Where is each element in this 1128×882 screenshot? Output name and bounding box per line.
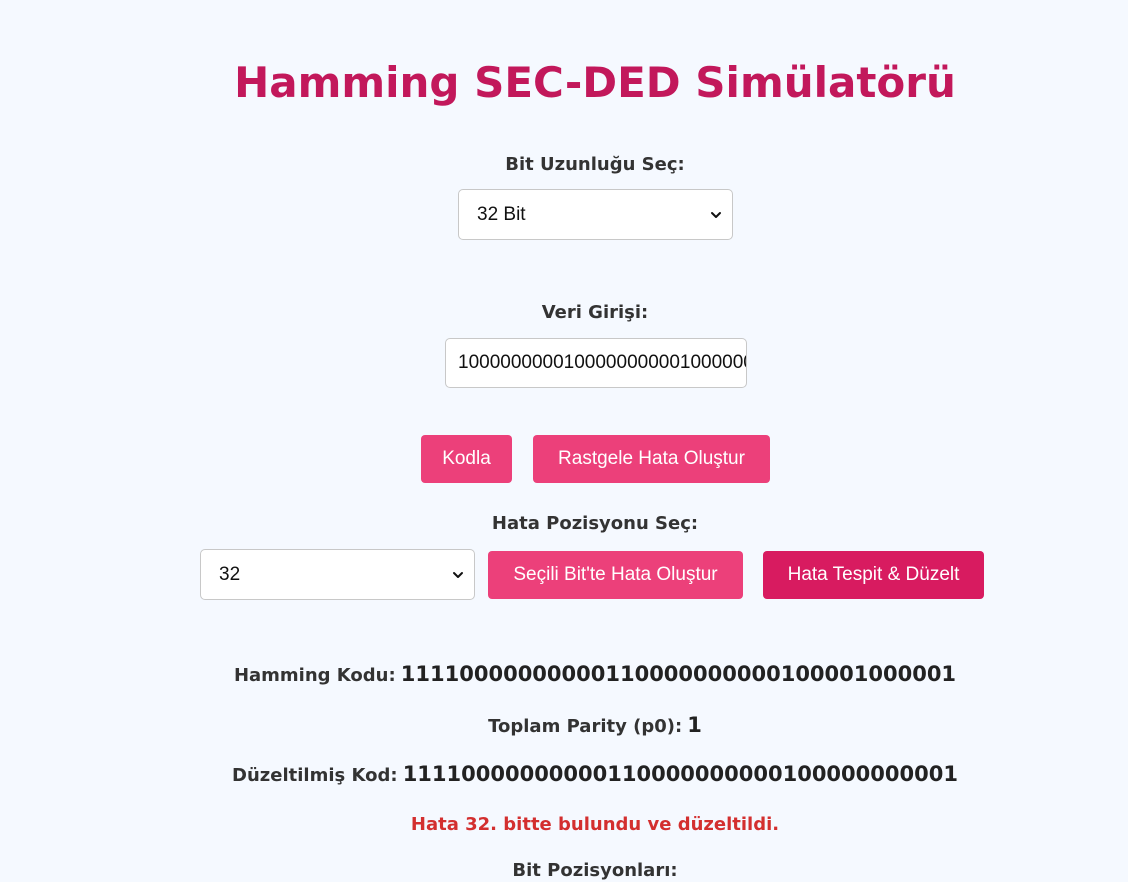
hamming-code-value: 11110000000000110000000000100001000001	[400, 662, 957, 686]
bit-positions-label: Bit Pozisyonları:	[512, 860, 678, 881]
bit-length-select[interactable]: 32 Bit	[458, 189, 733, 240]
chevron-down-icon	[453, 571, 463, 578]
error-position-label: Hata Pozisyonu Seç:	[491, 513, 699, 534]
encode-button[interactable]: Kodla	[421, 435, 512, 483]
parity-label: Toplam Parity (p0):	[488, 716, 683, 737]
chevron-down-icon	[711, 211, 721, 218]
data-input-value: 10000000001000000000010000000000	[458, 352, 746, 373]
random-error-button[interactable]: Rastgele Hata Oluştur	[533, 435, 770, 483]
corrected-code-row: Düzeltilmiş Kod: 11110000000000110000000…	[0, 762, 1128, 786]
page-title: Hamming SEC-DED Simülatörü	[234, 58, 956, 107]
error-position-select[interactable]: 32	[200, 549, 475, 600]
corrected-code-value: 11110000000000110000000000100000000001	[402, 762, 958, 786]
inject-error-button[interactable]: Seçili Bit'te Hata Oluştur	[488, 551, 743, 599]
parity-row: Toplam Parity (p0): 1	[0, 713, 1128, 737]
error-position-selected-value: 32	[219, 563, 241, 585]
corrected-code-label: Düzeltilmiş Kod:	[232, 765, 398, 786]
bit-length-selected-value: 32 Bit	[477, 203, 526, 225]
bit-length-label: Bit Uzunluğu Seç:	[505, 154, 685, 175]
error-status-message: Hata 32. bitte bulundu ve düzeltildi.	[410, 814, 780, 835]
data-input-label: Veri Girişi:	[541, 302, 649, 323]
hamming-code-label: Hamming Kodu:	[233, 665, 396, 686]
hamming-code-row: Hamming Kodu: 11110000000000110000000000…	[0, 662, 1128, 686]
parity-value: 1	[687, 713, 702, 737]
detect-correct-button[interactable]: Hata Tespit & Düzelt	[763, 551, 984, 599]
data-input-field[interactable]: 10000000001000000000010000000000	[445, 338, 747, 388]
